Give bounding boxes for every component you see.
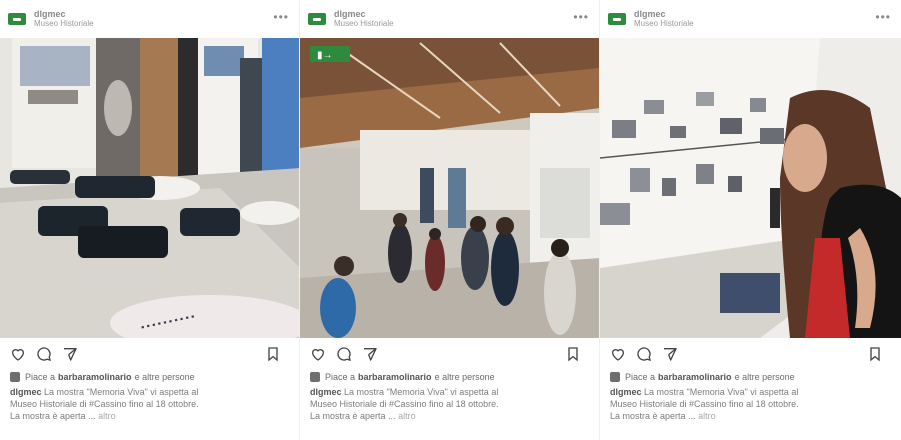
post-photo[interactable]: ▮→ — [300, 38, 599, 338]
location[interactable]: Museo Historiale — [334, 19, 394, 29]
post-header: dlgmec Museo Historiale ••• — [0, 0, 299, 38]
post-header: dlgmec Museo Historiale ••• — [600, 0, 901, 38]
caption-username[interactable]: dlgmec — [10, 387, 42, 397]
caption-more-link[interactable]: altro — [698, 411, 716, 421]
bookmark-icon[interactable] — [867, 345, 883, 363]
caption-line-3: La mostra è aperta ... — [10, 411, 96, 421]
likes-suffix[interactable]: e altre persone — [735, 372, 795, 382]
likes-user[interactable]: barbaramolinario — [658, 372, 732, 382]
share-icon[interactable] — [62, 346, 78, 362]
comment-icon[interactable] — [636, 346, 652, 362]
caption: dlgmec La mostra "Memoria Viva" vi aspet… — [600, 384, 901, 422]
post-1: dlgmec Museo Historiale ••• ▪ ▪ ▪ ▪ ▪ ▪ … — [0, 0, 300, 440]
caption-line-1: La mostra "Memoria Viva" vi aspetta al — [344, 387, 499, 397]
more-options-icon[interactable]: ••• — [573, 10, 589, 24]
bookmark-icon[interactable] — [265, 345, 281, 363]
likes-line: Piace a barbaramolinario e altre persone — [0, 370, 299, 384]
share-icon[interactable] — [662, 346, 678, 362]
caption-more-link[interactable]: altro — [398, 411, 416, 421]
likes-prefix: Piace a — [25, 372, 56, 382]
action-bar — [600, 338, 901, 370]
post-3: dlgmec Museo Historiale ••• Piace a barb… — [600, 0, 901, 440]
post-photo[interactable]: ▪ ▪ ▪ ▪ ▪ ▪ ▪ ▪ ▪ ▪ — [0, 38, 299, 338]
caption-line-1: La mostra "Memoria Viva" vi aspetta al — [44, 387, 199, 397]
location[interactable]: Museo Historiale — [34, 19, 94, 29]
caption-line-2: Museo Historiale di #Cassino fino al 18 … — [610, 399, 799, 409]
caption-username[interactable]: dlgmec — [310, 387, 342, 397]
likes-line: Piace a barbaramolinario e altre persone — [300, 370, 599, 384]
likes-prefix: Piace a — [325, 372, 356, 382]
more-options-icon[interactable]: ••• — [875, 10, 891, 24]
comment-icon[interactable] — [336, 346, 352, 362]
profile-logo-icon[interactable] — [8, 13, 26, 25]
caption-line-3: La mostra è aperta ... — [310, 411, 396, 421]
profile-logo-icon[interactable] — [608, 13, 626, 25]
location[interactable]: Museo Historiale — [634, 19, 694, 29]
action-bar — [300, 338, 599, 370]
profile-logo-icon[interactable] — [308, 13, 326, 25]
svg-text:▮→: ▮→ — [317, 50, 333, 61]
instagram-post-grid: dlgmec Museo Historiale ••• ▪ ▪ ▪ ▪ ▪ ▪ … — [0, 0, 901, 440]
caption: dlgmec La mostra "Memoria Viva" vi aspet… — [300, 384, 599, 422]
share-icon[interactable] — [362, 346, 378, 362]
more-options-icon[interactable]: ••• — [273, 10, 289, 24]
like-heart-icon[interactable] — [10, 346, 26, 362]
post-header: dlgmec Museo Historiale ••• — [300, 0, 599, 38]
likes-user[interactable]: barbaramolinario — [58, 372, 132, 382]
likes-line: Piace a barbaramolinario e altre persone — [600, 370, 901, 384]
avatar[interactable] — [310, 372, 320, 382]
caption: dlgmec La mostra "Memoria Viva" vi aspet… — [0, 384, 299, 422]
post-2: dlgmec Museo Historiale ••• ▮→ Piace a b… — [300, 0, 600, 440]
caption-line-2: Museo Historiale di #Cassino fino al 18 … — [310, 399, 499, 409]
caption-line-3: La mostra è aperta ... — [610, 411, 696, 421]
action-bar — [0, 338, 299, 370]
likes-suffix[interactable]: e altre persone — [435, 372, 495, 382]
bookmark-icon[interactable] — [565, 345, 581, 363]
caption-line-2: Museo Historiale di #Cassino fino al 18 … — [10, 399, 199, 409]
caption-username[interactable]: dlgmec — [610, 387, 642, 397]
avatar[interactable] — [10, 372, 20, 382]
likes-suffix[interactable]: e altre persone — [135, 372, 195, 382]
like-heart-icon[interactable] — [610, 346, 626, 362]
likes-user[interactable]: barbaramolinario — [358, 372, 432, 382]
caption-line-1: La mostra "Memoria Viva" vi aspetta al — [644, 387, 799, 397]
caption-more-link[interactable]: altro — [98, 411, 116, 421]
avatar[interactable] — [610, 372, 620, 382]
post-photo[interactable] — [600, 38, 901, 338]
likes-prefix: Piace a — [625, 372, 656, 382]
like-heart-icon[interactable] — [310, 346, 326, 362]
comment-icon[interactable] — [36, 346, 52, 362]
